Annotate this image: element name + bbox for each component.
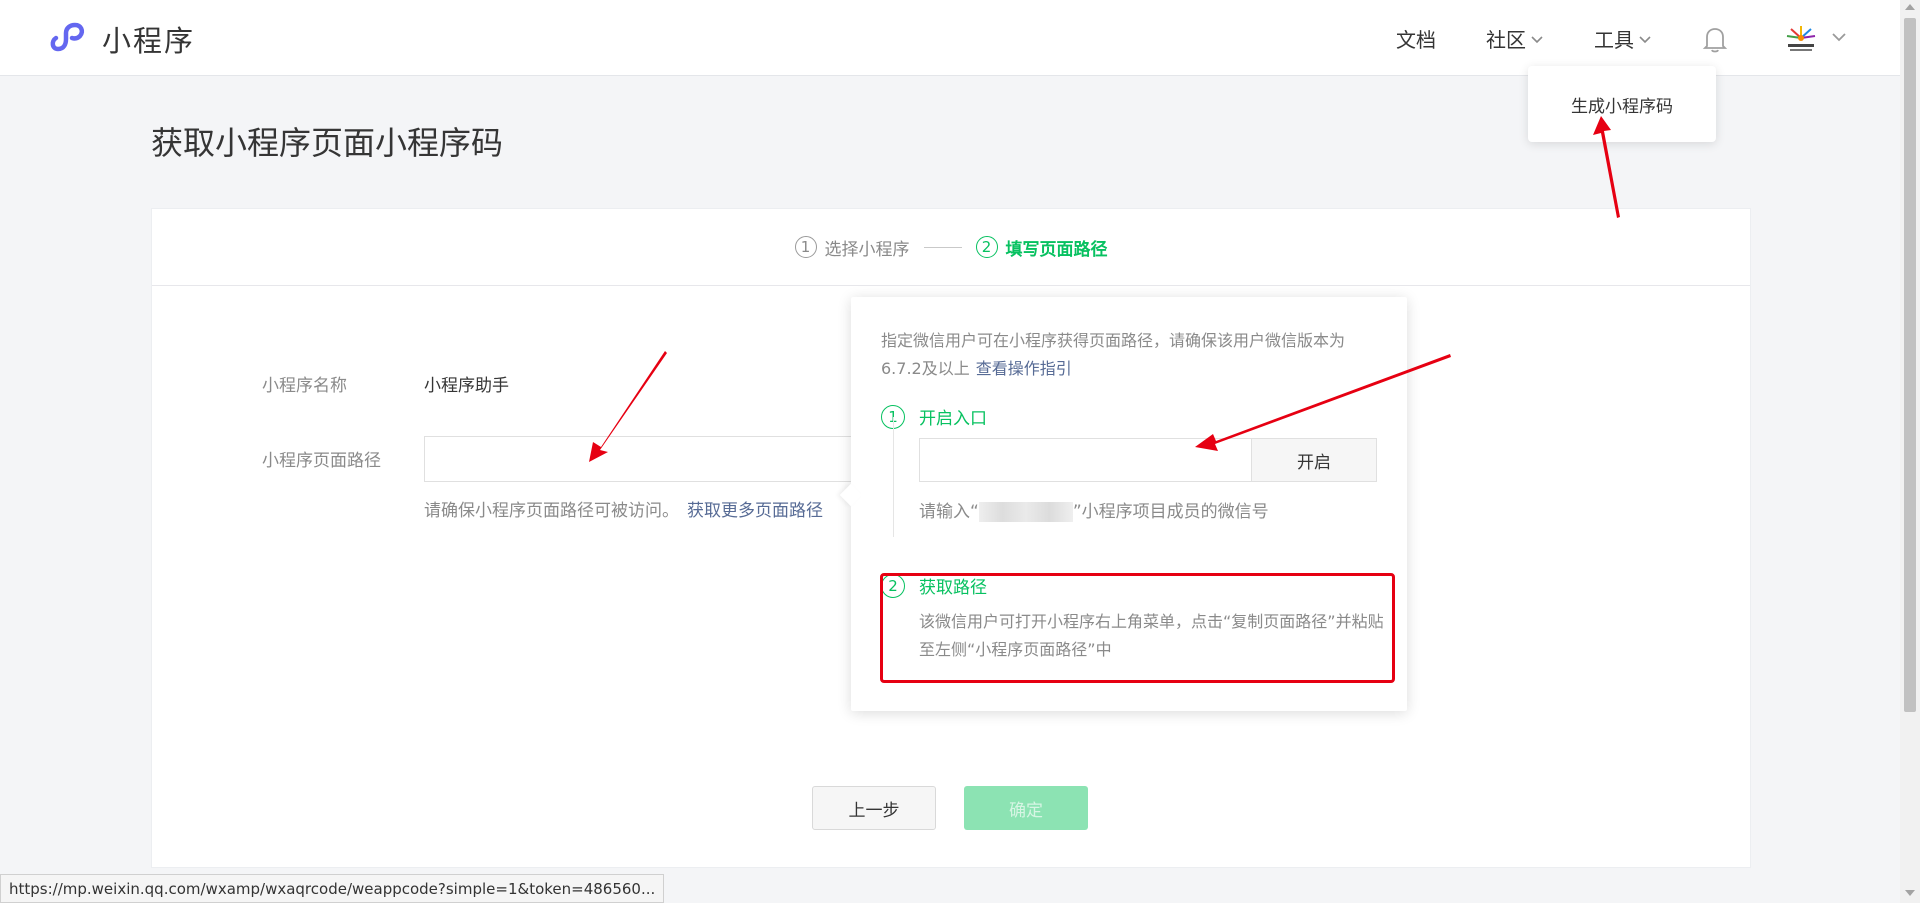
tools-dropdown-menu: 生成小程序码 [1528,66,1716,142]
name-value: 小程序助手 [424,376,509,396]
scroll-down-icon[interactable] [1905,890,1915,896]
chevron-down-icon [1531,36,1543,44]
wechat-id-hint: 请输入“ ”小程序项目成员的微信号 [919,497,1269,522]
path-label: 小程序页面路径 [262,451,381,471]
nav-community[interactable]: 社区 [1486,24,1543,53]
page-path-input[interactable] [424,436,854,482]
miniprogram-logo-icon [50,22,85,52]
top-header: 小程序 文档 社区 工具 [0,0,1900,76]
nav-docs[interactable]: 文档 [1396,24,1436,53]
annotation-highlight-box [880,573,1395,683]
step-label: 选择小程序 [824,239,910,260]
popover-description: 指定微信用户可在小程序获得页面路径，请确保该用户微信版本为6.7.2及以上 查看操… [881,327,1381,383]
step-connector [893,417,894,537]
redacted-name [978,502,1073,522]
guide-link[interactable]: 查看操作指引 [976,359,1072,378]
step-label: 填写页面路径 [1005,239,1108,260]
browser-status-bar: https://mp.weixin.qq.com/wxamp/wxaqrcode… [0,874,665,903]
status-url: https://mp.weixin.qq.com/wxamp/wxaqrcode… [9,879,656,898]
scroll-up-icon[interactable] [1905,4,1915,10]
hint-suffix: ”小程序项目成员的微信号 [1072,502,1269,522]
name-label: 小程序名称 [262,376,347,396]
wechat-id-input[interactable] [919,438,1253,482]
step-indicator: 1 选择小程序 2 填写页面路径 [152,209,1750,286]
chevron-down-icon[interactable] [1832,32,1846,42]
logo[interactable]: 小程序 [48,18,195,60]
chevron-down-icon [1639,36,1651,44]
step-divider [923,246,962,248]
step-select-miniprogram: 1 选择小程序 [794,235,910,260]
prev-button[interactable]: 上一步 [812,786,936,830]
nav-tools[interactable]: 工具 [1594,24,1651,53]
path-hint-text: 请确保小程序页面路径可被访问。 [424,501,679,521]
step-number: 1 [794,236,817,258]
nav-community-label: 社区 [1486,28,1526,52]
avatar-image[interactable] [1784,24,1818,54]
step-fill-path: 2 填写页面路径 [975,235,1108,260]
hint-prefix: 请输入“ [919,502,979,522]
nav-tools-label: 工具 [1594,28,1634,52]
step-enable-entry: 1 开启入口 [881,404,987,429]
enable-button[interactable]: 开启 [1251,438,1377,482]
step-number: 2 [975,236,998,258]
nav-docs-label: 文档 [1396,28,1436,52]
popover-desc-text: 指定微信用户可在小程序获得页面路径，请确保该用户微信版本为6.7.2及以上 [881,331,1346,378]
app-name: 小程序 [102,24,196,58]
more-paths-link[interactable]: 获取更多页面路径 [687,501,823,521]
path-hint: 请确保小程序页面路径可被访问。 获取更多页面路径 [424,496,823,521]
step-title: 开启入口 [919,409,987,429]
confirm-button[interactable]: 确定 [964,786,1088,830]
bell-icon[interactable] [1702,24,1728,54]
scrollbar-thumb[interactable] [1904,18,1916,712]
page-title: 获取小程序页面小程序码 [151,124,504,162]
scrollbar[interactable] [1900,0,1920,903]
menu-item-generate-qrcode[interactable]: 生成小程序码 [1571,92,1673,117]
